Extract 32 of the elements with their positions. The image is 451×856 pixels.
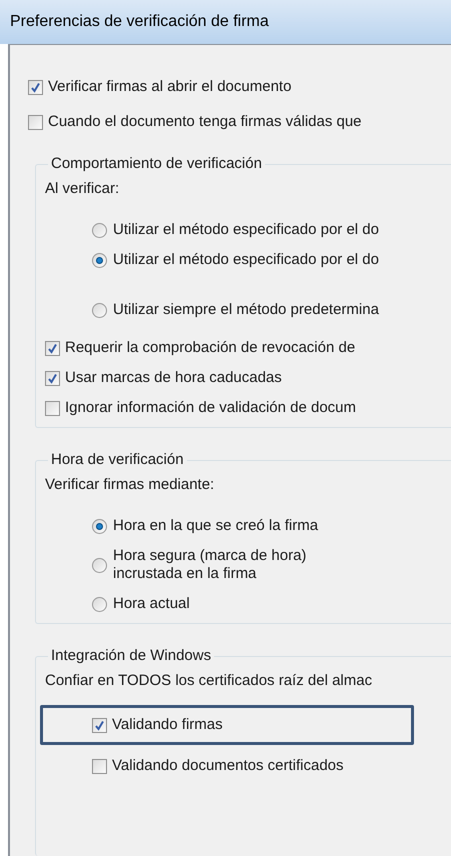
checkbox[interactable]: [92, 718, 107, 732]
option-label: Hora actual: [113, 595, 191, 613]
group-title: Integración de Windows: [48, 646, 214, 666]
option-label: Validando firmas: [112, 716, 223, 734]
option-label: Utilizar el método especificado por el do: [113, 221, 379, 239]
option-label: Requerir la comprobación de revocación de: [65, 339, 356, 357]
option-label: Usar marcas de hora caducadas: [65, 369, 282, 387]
checkbox[interactable]: [45, 400, 60, 416]
checkbox[interactable]: [28, 80, 43, 94]
option-label: Verificar firmas al abrir el documento: [48, 78, 292, 96]
radio-button[interactable]: [92, 222, 107, 238]
option-label: Utilizar el método especificado por el do: [113, 251, 379, 269]
option-label: Hora segura (marca de hora) incrustada en la firma: [113, 547, 308, 583]
radio-button[interactable]: [92, 596, 107, 612]
checkbox[interactable]: [92, 758, 107, 774]
option-label: Hora en la que se creó la firma: [113, 517, 320, 535]
group-prompt: Al verificar:: [45, 179, 120, 199]
window-title: Preferencias de verificación de firma: [10, 12, 269, 32]
option-label: Cuando el documento tenga firmas válidas que: [48, 113, 362, 131]
radio-button[interactable]: [92, 518, 107, 534]
radio-button[interactable]: [92, 252, 107, 268]
checkbox[interactable]: [28, 114, 43, 130]
checkbox[interactable]: [45, 370, 60, 386]
option-label: Utilizar siempre el método predetermina: [113, 301, 379, 319]
group-prompt: Confiar en TODOS los certificados raíz del almac: [45, 671, 374, 691]
group-prompt: Verificar firmas mediante:: [45, 475, 216, 495]
radio-button[interactable]: [92, 302, 107, 318]
group-title: Comportamiento de verificación: [48, 154, 265, 174]
checkbox[interactable]: [45, 340, 60, 356]
radio-button[interactable]: [92, 558, 107, 572]
option-label: Ignorar información de validación de docum: [65, 399, 356, 417]
option-label: Validando documentos certificados: [112, 757, 344, 775]
